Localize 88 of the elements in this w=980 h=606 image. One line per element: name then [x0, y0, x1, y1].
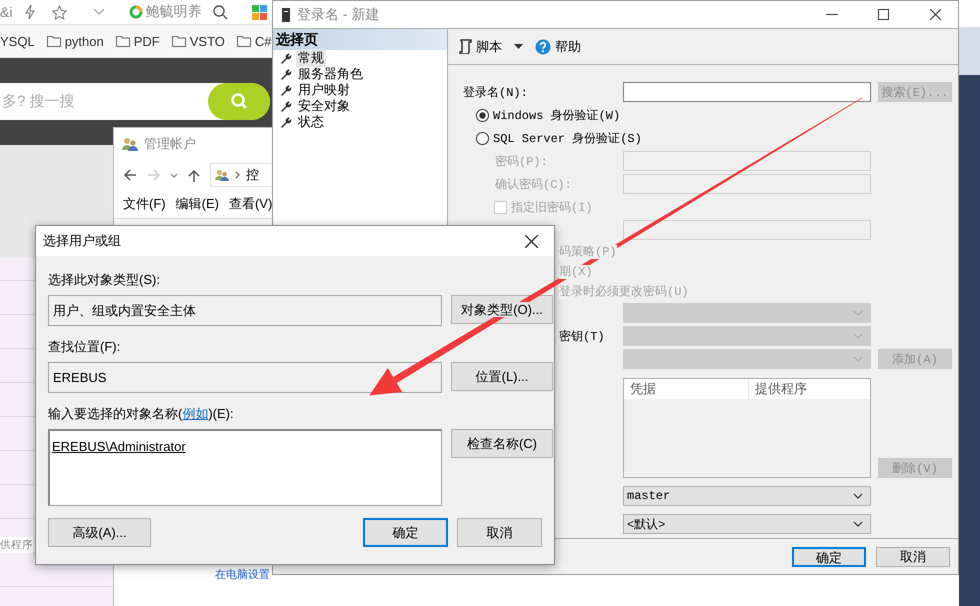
pane-header: 选择页 [273, 29, 447, 50]
dialog-button[interactable]: 确定 [363, 518, 448, 547]
page-item[interactable]: 服务器角色 [296, 65, 365, 83]
dialog-button[interactable]: 高级(A)... [48, 518, 151, 547]
users-icon [215, 169, 229, 181]
wrench-icon [280, 84, 292, 96]
chevron-down-icon [853, 333, 863, 339]
bookmark[interactable]: PDF [134, 34, 160, 48]
tab-title[interactable]: &i [0, 4, 12, 20]
server-icon [282, 8, 290, 22]
page-item[interactable]: 用户映射 [296, 81, 352, 99]
chevron-down-icon [853, 493, 863, 499]
field-label: 查找位置(F): [48, 338, 122, 356]
dropdown[interactable]: master [623, 486, 871, 506]
settings-link[interactable]: 在电脑设置 [215, 567, 270, 582]
toolbar [959, 27, 980, 75]
search-suggestion[interactable]: 鲍毓明养 [145, 3, 202, 21]
search-button[interactable] [206, 83, 270, 120]
menu-item[interactable]: 编辑(E) [176, 195, 219, 213]
tiles-icon[interactable] [252, 4, 268, 20]
radio-option[interactable]: Windows 身份验证(W) [463, 106, 952, 124]
folder-icon [46, 35, 61, 47]
star-icon[interactable] [52, 4, 68, 20]
input-field[interactable]: EREBUS [48, 362, 442, 393]
bookmark[interactable]: C# [254, 34, 272, 48]
back-arrow-icon[interactable] [124, 169, 137, 181]
close-icon[interactable] [525, 234, 538, 248]
menu-item[interactable]: 查看(V) [228, 195, 272, 213]
input-field[interactable] [623, 82, 871, 102]
bookmark[interactable]: python [64, 34, 104, 48]
table-cell: 供程序 [0, 537, 33, 553]
maximize-icon[interactable] [878, 9, 889, 20]
folder-icon [116, 35, 130, 47]
chevron-down-icon [853, 310, 863, 316]
wrench-icon [280, 116, 292, 128]
wrench-icon [280, 52, 292, 64]
wrench-icon [280, 68, 292, 80]
chevron-down-icon[interactable] [170, 172, 178, 178]
page-item[interactable]: 安全对象 [296, 97, 352, 115]
close-icon[interactable] [930, 9, 941, 20]
field-label: 登录名(N): [463, 84, 529, 100]
minimize-icon[interactable] [826, 14, 838, 16]
dialog-button[interactable]: 位置(L)... [451, 362, 553, 391]
dialog-button[interactable]: 取消 [876, 546, 950, 566]
column-header[interactable]: 提供程序 [749, 379, 807, 399]
script-button[interactable]: 脚本 [456, 38, 504, 56]
radio-option[interactable]: SQL Server 身份验证(S) [463, 130, 952, 146]
input-field[interactable]: 用户、组或内置安全主体 [48, 295, 442, 326]
object-name-field[interactable]: EREBUS\Administrator [48, 429, 442, 506]
chevron-down-icon [853, 356, 863, 362]
field-label: 密码(P): [494, 154, 549, 170]
users-icon [122, 137, 138, 151]
up-arrow-icon[interactable] [188, 168, 200, 182]
bookmark[interactable]: YSQL [0, 34, 35, 48]
lightning-icon[interactable] [24, 4, 36, 20]
search-field[interactable]: 多? 搜一搜 [0, 83, 206, 120]
radio-icon[interactable] [476, 108, 489, 122]
page-item[interactable]: 状态 [296, 113, 326, 131]
chevron-down-icon [853, 521, 863, 527]
page-item[interactable]: 常规 [296, 49, 326, 67]
chevron-down-icon[interactable] [93, 8, 106, 16]
field-label: 输入要选择的对象名称(例如)(E): [48, 405, 235, 423]
dropdown[interactable]: <默认> [623, 514, 871, 534]
dialog-button[interactable]: 确定 [792, 546, 866, 566]
field-label: 确认密码(C): [494, 176, 573, 192]
example-link[interactable]: 例如 [182, 406, 208, 421]
wrench-icon [280, 100, 292, 112]
menu-item[interactable]: 文件(F) [123, 195, 166, 213]
help-button[interactable]: 帮助 [533, 38, 583, 56]
search-icon[interactable] [213, 4, 228, 20]
folder-icon [236, 35, 251, 47]
dialog-button[interactable]: 对象类型(O)... [451, 295, 553, 324]
caret-icon[interactable] [514, 44, 523, 49]
dialog-title: 选择用户或组 [43, 232, 121, 250]
window-title: 登录名 - 新建 [297, 6, 380, 24]
field-label: 选择此对象类型(S): [48, 271, 161, 289]
folder-icon [172, 35, 186, 47]
chevron-right-icon [235, 171, 240, 179]
window-title: 管理帐户 [144, 135, 196, 153]
field-label: 密钥(T) [558, 328, 606, 344]
ring-logo-icon[interactable] [129, 5, 144, 19]
bookmark[interactable]: VSTO [190, 34, 225, 48]
dialog-button[interactable]: 检查名称(C) [451, 429, 553, 458]
help-icon[interactable] [535, 38, 551, 54]
radio-icon[interactable] [476, 132, 489, 144]
scroll-icon[interactable] [458, 39, 472, 54]
column-header[interactable]: 凭据 [624, 379, 749, 399]
dialog-button[interactable]: 取消 [457, 518, 542, 547]
